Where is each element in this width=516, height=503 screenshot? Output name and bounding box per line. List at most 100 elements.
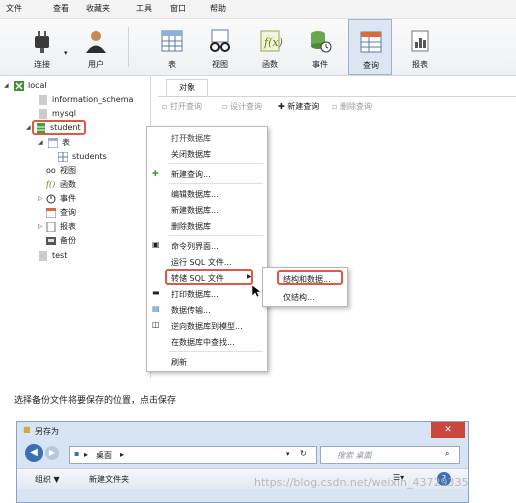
new-query-icon: ✚ <box>152 169 159 178</box>
model-icon: ◫ <box>152 320 160 329</box>
toolbar-event-button[interactable]: 事件 <box>298 19 342 75</box>
chevron-down-icon[interactable]: ▾ <box>286 450 290 458</box>
toolbar-report-button[interactable]: 报表 <box>398 19 442 75</box>
tree-item-label: 视图 <box>60 166 76 175</box>
menu-view[interactable]: 查看 <box>53 3 69 14</box>
menu-close-database[interactable]: 关闭数据库 <box>171 149 211 160</box>
toolbar-connect-label: 连接 <box>34 60 50 69</box>
tree-backups[interactable]: 备份 <box>46 234 76 247</box>
menu-divider <box>169 235 263 236</box>
close-icon: ✕ <box>444 425 452 435</box>
menu-help[interactable]: 帮助 <box>210 3 226 14</box>
menu-file[interactable]: 文件 <box>6 3 22 14</box>
search-box[interactable]: 搜索 桌面 ⌕ <box>320 446 460 464</box>
toolbar-function-label: 函数 <box>262 60 278 69</box>
tree-connection-local[interactable]: local <box>14 79 47 92</box>
tree-item-label: 备份 <box>60 236 76 245</box>
context-menu: 打开数据库 关闭数据库 ✚ 新建查询... 编辑数据库... 新建数据库... … <box>146 126 268 372</box>
glasses-icon <box>210 29 230 52</box>
expand-icon[interactable]: ▷ <box>38 195 43 202</box>
menu-tools[interactable]: 工具 <box>136 3 152 14</box>
glasses-icon: oo <box>46 165 56 175</box>
tree-views[interactable]: oo 视图 <box>46 164 76 177</box>
desktop-icon: ▪ <box>74 449 80 458</box>
tree-item-label: students <box>72 152 107 161</box>
menu-run-sql-file[interactable]: 运行 SQL 文件... <box>171 257 232 268</box>
expand-icon[interactable]: ▷ <box>38 223 43 230</box>
tab-objects[interactable]: 对象 <box>166 79 208 96</box>
menu-open-database[interactable]: 打开数据库 <box>171 133 211 144</box>
tree-reports[interactable]: 报表 <box>46 220 76 233</box>
menu-structure-only[interactable]: 仅结构... <box>283 292 315 303</box>
menu-reverse-to-model[interactable]: 逆向数据库到模型... <box>171 321 243 332</box>
tree-tables[interactable]: 表 <box>48 136 70 149</box>
menu-favorites[interactable]: 收藏夹 <box>86 3 110 14</box>
query-icon <box>46 207 56 218</box>
function-icon: f(x) <box>260 30 283 52</box>
search-icon[interactable]: ⌕ <box>445 449 449 459</box>
menu-delete-database[interactable]: 删除数据库 <box>171 221 211 232</box>
object-tab-strip <box>158 76 516 97</box>
organize-button[interactable]: 组织 ▼ <box>35 474 60 485</box>
menu-new-database[interactable]: 新建数据库... <box>171 205 219 216</box>
tree-db-test[interactable]: test <box>38 249 67 262</box>
forward-button[interactable]: ▶ <box>45 446 59 460</box>
address-bar[interactable]: ▪ ▸ 桌面 ▸ ▾ ↻ <box>69 446 317 464</box>
tree-functions[interactable]: f() 函数 <box>46 178 76 191</box>
table-icon <box>161 30 183 52</box>
toolbar-user-button[interactable]: 用户 <box>74 19 118 75</box>
refresh-icon[interactable]: ↻ <box>300 449 307 458</box>
dump-sql-highlight-box <box>165 269 253 285</box>
menu-find-in-database[interactable]: 在数据库中查找... <box>171 337 235 348</box>
delete-query-label: 删除查询 <box>339 102 372 111</box>
tree-db-information-schema[interactable]: information_schema <box>38 93 133 106</box>
menu-print-database[interactable]: 打印数据库... <box>171 289 219 300</box>
plug-icon <box>35 31 49 53</box>
menu-new-query[interactable]: 新建查询... <box>171 169 211 180</box>
toolbar-connect-button[interactable]: 连接 ▾ <box>20 19 68 75</box>
toolbar-table-button[interactable]: 表 <box>150 19 194 75</box>
new-query-button[interactable]: ✚ 新建查询 <box>278 101 319 112</box>
collapse-icon[interactable]: ◢ <box>4 82 9 89</box>
menu-refresh[interactable]: 刷新 <box>171 357 187 368</box>
toolbar-view-label: 视图 <box>212 60 228 69</box>
database-icon <box>39 250 47 261</box>
collapse-icon[interactable]: ◢ <box>38 139 43 146</box>
dump-sql-submenu: 结构和数据... 仅结构... <box>262 267 348 307</box>
new-query-label: 新建查询 <box>287 102 320 111</box>
toolbar-table-label: 表 <box>168 60 176 69</box>
menu-command-line[interactable]: 命令列界面... <box>171 241 219 252</box>
table-icon <box>48 137 58 148</box>
table-icon <box>58 151 68 162</box>
search-placeholder: 搜索 桌面 <box>337 451 372 460</box>
open-query-button[interactable]: ▫ 打开查询 <box>162 101 202 112</box>
tree-db-mysql[interactable]: mysql <box>38 107 76 120</box>
new-folder-button[interactable]: 新建文件夹 <box>89 474 129 485</box>
tree-item-label: 报表 <box>60 222 76 231</box>
chevron-down-icon[interactable]: ▾ <box>64 49 68 57</box>
report-icon <box>411 30 429 52</box>
collapse-icon[interactable]: ◢ <box>26 124 31 131</box>
menu-window[interactable]: 窗口 <box>170 3 186 14</box>
toolbar-query-button[interactable]: 查询 <box>348 19 392 75</box>
toolbar-view-button[interactable]: 视图 <box>198 19 242 75</box>
connection-icon <box>14 80 24 91</box>
tree-item-label: 查询 <box>60 208 76 217</box>
tree-table-students[interactable]: students <box>58 150 107 163</box>
tree-connection-label: local <box>28 81 47 90</box>
tree-item-label: 函数 <box>60 180 76 189</box>
object-toolbar: ▫ 打开查询 ▫ 设计查询 ✚ 新建查询 ▫ 删除查询 <box>158 98 516 116</box>
menu-edit-database[interactable]: 编辑数据库... <box>171 189 219 200</box>
delete-query-button[interactable]: ▫ 删除查询 <box>332 101 372 112</box>
design-query-button[interactable]: ▫ 设计查询 <box>222 101 262 112</box>
toolbar-function-button[interactable]: f(x) 函数 <box>248 19 292 75</box>
address-chevron-icon[interactable]: ▸ <box>120 450 124 459</box>
close-button[interactable]: ✕ <box>431 422 465 438</box>
event-clock-icon <box>311 31 332 53</box>
back-button[interactable]: ◀ <box>25 444 43 462</box>
tree-events[interactable]: 事件 <box>46 192 76 205</box>
address-path: 桌面 <box>96 451 112 460</box>
tree-queries[interactable]: 查询 <box>46 206 76 219</box>
console-icon: ▣ <box>152 240 160 249</box>
menu-data-transfer[interactable]: 数据传输... <box>171 305 211 316</box>
